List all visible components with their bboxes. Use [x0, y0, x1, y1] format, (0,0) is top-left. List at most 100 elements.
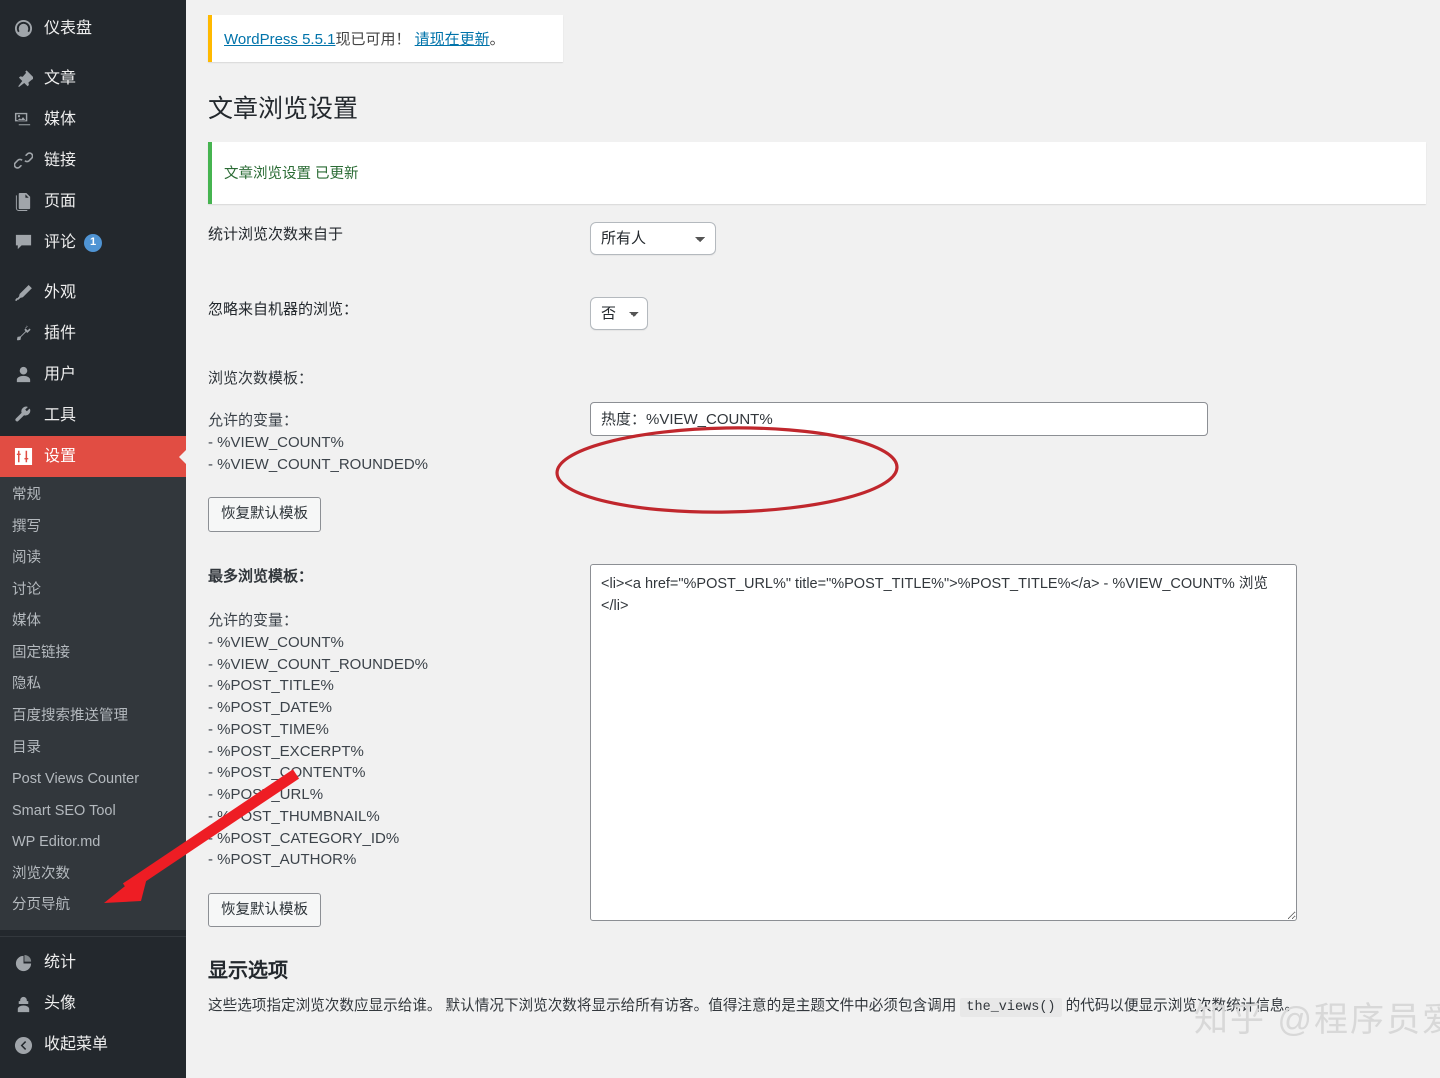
submenu-item-permalinks[interactable]: 固定链接 — [0, 638, 186, 670]
reset-view-template-button[interactable]: 恢复默认模板 — [208, 497, 321, 531]
sidebar-bottom-group: 统计 头像 收起菜单 — [0, 936, 186, 1066]
sidebar-item-pages[interactable]: 页面 — [0, 181, 186, 222]
most-viewed-template-textarea[interactable]: <li><a href="%POST_URL%" title="%POST_TI… — [590, 564, 1297, 921]
submenu-item-post-views[interactable]: 浏览次数 — [0, 859, 186, 891]
exclude-bots-label: 忽略来自机器的浏览： — [208, 297, 590, 322]
page-icon — [12, 191, 34, 213]
submenu-item-general[interactable]: 常规 — [0, 480, 186, 512]
sidebar-item-plugins[interactable]: 插件 — [0, 313, 186, 354]
count-views-from-select[interactable]: 所有人 仅访客 仅登录用户 — [590, 222, 716, 255]
sidebar-item-label: 头像 — [44, 996, 76, 1012]
exclude-bots-select[interactable]: 否 是 — [590, 297, 648, 330]
display-options-desc-part1: 这些选项指定浏览次数应显示给谁。 默认情况下浏览次数将显示给所有访客。值得注意的… — [208, 998, 960, 1014]
pin-icon — [12, 68, 34, 90]
comment-count-badge: 1 — [84, 234, 102, 252]
sidebar-separator — [0, 49, 186, 58]
sidebar-item-label: 插件 — [44, 326, 76, 342]
sidebar-item-label: 页面 — [44, 194, 76, 210]
the-views-code: the_views() — [960, 998, 1061, 1017]
most-viewed-variable: - %VIEW_COUNT% — [208, 632, 590, 654]
submenu-item-media[interactable]: 媒体 — [0, 606, 186, 638]
most-viewed-template-label: 最多浏览模板： — [208, 566, 590, 589]
admin-sidebar: 仪表盘 文章 媒体 链接 — [0, 0, 186, 1078]
sidebar-separator — [0, 263, 186, 272]
most-viewed-template-field: <li><a href="%POST_URL%" title="%POST_TI… — [590, 564, 1418, 926]
avatar-icon — [12, 993, 34, 1015]
submenu-item-privacy[interactable]: 隐私 — [0, 669, 186, 701]
sidebar-item-tools[interactable]: 工具 — [0, 395, 186, 436]
most-viewed-variable: - %POST_CATEGORY_ID% — [208, 828, 590, 850]
sidebar-item-label: 用户 — [44, 367, 76, 383]
main-content: WordPress 5.5.1现已可用！ 请现在更新。 文章浏览设置 文章浏览设… — [186, 0, 1440, 1078]
most-viewed-variable: - %POST_DATE% — [208, 697, 590, 719]
sidebar-item-label: 外观 — [44, 285, 76, 301]
media-icon — [12, 109, 34, 131]
submenu-item-post-views-counter[interactable]: Post Views Counter — [0, 764, 186, 796]
field-row-exclude-bots: 忽略来自机器的浏览： 否 是 — [208, 297, 1418, 330]
sidebar-item-users[interactable]: 用户 — [0, 354, 186, 395]
submenu-item-wp-editor-md[interactable]: WP Editor.md — [0, 827, 186, 859]
dashboard-icon — [12, 18, 34, 40]
field-row-most-viewed-template: 最多浏览模板： 允许的变量： - %VIEW_COUNT% - %VIEW_CO… — [208, 564, 1418, 928]
watermark: 知乎 @程序员爱建站 — [1194, 992, 1440, 1041]
sidebar-item-dashboard[interactable]: 仪表盘 — [0, 8, 186, 49]
sidebar-item-links[interactable]: 链接 — [0, 140, 186, 181]
sidebar-item-label: 仪表盘 — [44, 21, 92, 37]
sidebar-item-stats[interactable]: 统计 — [0, 943, 186, 984]
sidebar-item-label: 设置 — [44, 449, 76, 465]
most-viewed-variable: - %POST_TIME% — [208, 719, 590, 741]
sidebar-item-label: 评论 — [44, 235, 76, 251]
wordpress-version-link[interactable]: WordPress 5.5.1 — [224, 31, 335, 48]
collapse-icon — [12, 1034, 34, 1056]
sidebar-item-settings[interactable]: 设置 — [0, 436, 186, 477]
sidebar-item-comments[interactable]: 评论 1 — [0, 222, 186, 263]
submenu-item-pagination[interactable]: 分页导航 — [0, 890, 186, 922]
link-icon — [12, 150, 34, 172]
wordpress-admin-screen: 仪表盘 文章 媒体 链接 — [0, 0, 1440, 1078]
most-viewed-variable: - %POST_URL% — [208, 784, 590, 806]
sidebar-item-avatar[interactable]: 头像 — [0, 984, 186, 1025]
sidebar-top-group: 仪表盘 文章 媒体 链接 — [0, 0, 186, 1066]
sidebar-item-label: 文章 — [44, 71, 76, 87]
settings-updated-text: 文章浏览设置 已更新 — [224, 162, 359, 183]
settings-submenu: 常规 撰写 阅读 讨论 媒体 固定链接 隐私 百度搜索推送管理 目录 Post … — [0, 477, 186, 930]
sidebar-item-appearance[interactable]: 外观 — [0, 272, 186, 313]
plugin-icon — [12, 323, 34, 345]
tools-icon — [12, 405, 34, 427]
update-now-link[interactable]: 请现在更新 — [415, 31, 490, 48]
sidebar-item-collapse-menu[interactable]: 收起菜单 — [0, 1025, 186, 1066]
display-options-title: 显示选项 — [208, 957, 1418, 985]
sidebar-item-media[interactable]: 媒体 — [0, 99, 186, 140]
most-viewed-allowed-heading: 允许的变量： — [208, 610, 590, 632]
view-template-allowed-heading: 允许的变量： — [208, 410, 590, 432]
submenu-item-toc[interactable]: 目录 — [0, 733, 186, 765]
view-template-field — [590, 366, 1418, 436]
sidebar-item-label: 链接 — [44, 153, 76, 169]
view-template-input[interactable] — [590, 402, 1208, 436]
count-views-from-field: 所有人 仅访客 仅登录用户 — [590, 222, 1418, 255]
update-notice: WordPress 5.5.1现已可用！ 请现在更新。 — [208, 15, 563, 62]
most-viewed-label-block: 最多浏览模板： 允许的变量： - %VIEW_COUNT% - %VIEW_CO… — [208, 564, 590, 928]
reset-most-viewed-template-button[interactable]: 恢复默认模板 — [208, 893, 321, 927]
stats-icon — [12, 952, 34, 974]
submenu-item-baidu-push[interactable]: 百度搜索推送管理 — [0, 701, 186, 733]
view-template-label: 浏览次数模板： — [208, 368, 590, 391]
field-row-count-views-from: 统计浏览次数来自于 所有人 仅访客 仅登录用户 — [208, 222, 1418, 255]
sidebar-item-label: 收起菜单 — [44, 1037, 108, 1053]
submenu-item-smart-seo-tool[interactable]: Smart SEO Tool — [0, 796, 186, 828]
most-viewed-variable: - %VIEW_COUNT_ROUNDED% — [208, 654, 590, 676]
sidebar-item-posts[interactable]: 文章 — [0, 58, 186, 99]
view-template-variable: - %VIEW_COUNT_ROUNDED% — [208, 454, 590, 476]
settings-updated-notice: 文章浏览设置 已更新 — [208, 142, 1426, 204]
exclude-bots-field: 否 是 — [590, 297, 1418, 330]
update-notice-text: 现已可用！ — [335, 31, 410, 48]
field-row-view-template: 浏览次数模板： 允许的变量： - %VIEW_COUNT% - %VIEW_CO… — [208, 366, 1418, 532]
submenu-item-writing[interactable]: 撰写 — [0, 512, 186, 544]
most-viewed-variable: - %POST_EXCERPT% — [208, 741, 590, 763]
sidebar-item-label: 统计 — [44, 955, 76, 971]
most-viewed-variable: - %POST_THUMBNAIL% — [208, 806, 590, 828]
submenu-item-discussion[interactable]: 讨论 — [0, 575, 186, 607]
view-template-variable: - %VIEW_COUNT% — [208, 432, 590, 454]
submenu-item-reading[interactable]: 阅读 — [0, 543, 186, 575]
page-title: 文章浏览设置 — [208, 84, 1418, 130]
